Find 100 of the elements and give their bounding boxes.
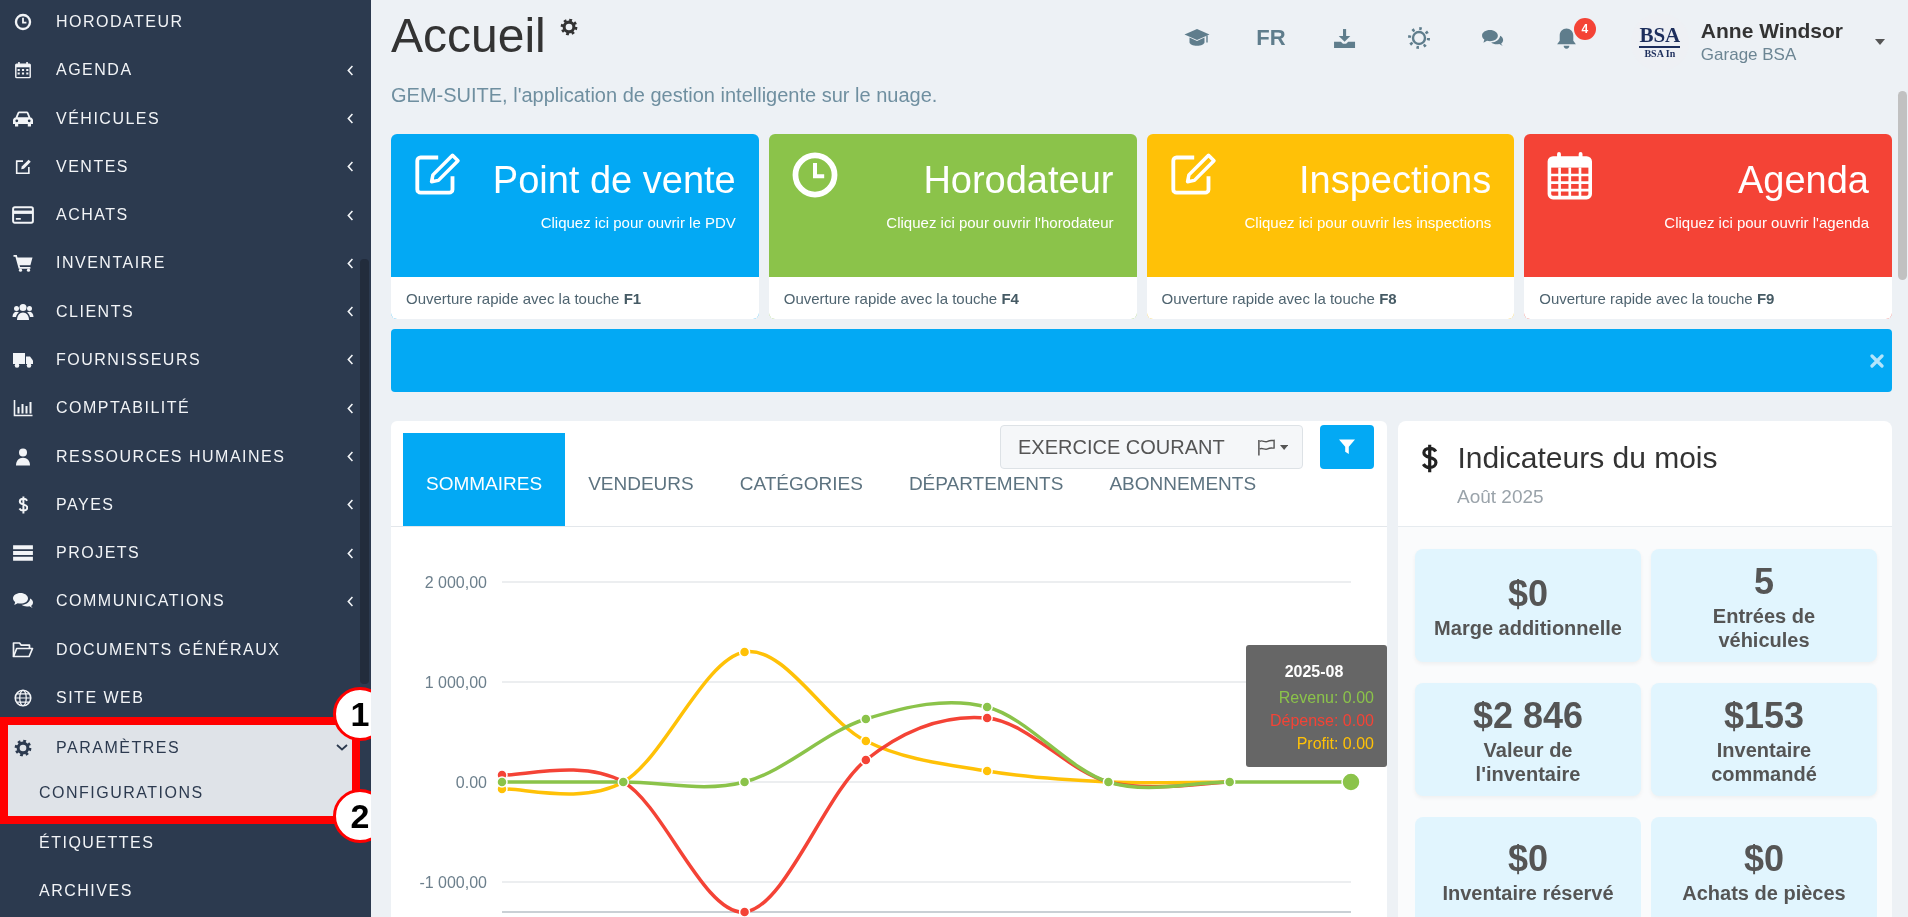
tooltip-line: Revenu: 0.00 (1277, 688, 1374, 708)
shortcut-tile[interactable]: Inspections Cliquez ici pour ouvrir les inspections Ouverture rapide avec la touche F8 (1146, 134, 1515, 319)
edit-icon (414, 152, 463, 196)
sidebar-item[interactable]: HORODATEUR (0, 3, 325, 41)
truck-icon (12, 350, 34, 369)
chart-point (860, 754, 872, 766)
tooltip-line: Dépense: 0.00 (1268, 711, 1374, 731)
graduation-cap-icon[interactable] (1183, 28, 1210, 48)
step-marker: 1 (333, 687, 371, 742)
sidebar-subitem[interactable]: ÉTIQUETTES (0, 823, 325, 862)
shortcut-tile[interactable]: Point de vente Cliquez ici pour ouvrir le PDV Ouverture rapide avec la touche F1 (391, 134, 759, 319)
card-title: Indicateurs du mois (1457, 440, 1718, 476)
folder-icon (12, 640, 34, 659)
logo-text: BSA (1639, 24, 1681, 48)
chevron-left-icon[interactable] (346, 209, 353, 221)
shortcut-hint: Ouverture rapide avec la touche F9 (1524, 277, 1892, 319)
dollar-icon (1421, 443, 1439, 473)
kpi-label: Marge additionnelle (1434, 615, 1622, 640)
filter-button[interactable] (1320, 425, 1374, 469)
sidebar-subitem[interactable]: ARCHIVES (0, 872, 325, 911)
stacked-bars-icon (12, 544, 34, 563)
kpi-label: Inventaire commandé (1710, 737, 1818, 786)
tab[interactable]: DÉPARTEMENTS (885, 471, 1087, 526)
chevron-left-icon[interactable] (346, 113, 353, 125)
sidebar-item[interactable]: PROJETS (0, 534, 325, 573)
chart-point (496, 776, 508, 788)
kpi-value: $0 (1507, 837, 1548, 881)
shortcut-hint: Ouverture rapide avec la touche F1 (391, 277, 759, 319)
page-title: Accueil (391, 8, 546, 64)
chevron-left-icon[interactable] (346, 354, 353, 366)
clock-icon (791, 152, 838, 198)
sidebar-item[interactable]: AGENDA (0, 51, 325, 90)
globe-icon (14, 688, 32, 707)
chart-point (981, 701, 993, 713)
users-icon (12, 302, 34, 321)
sidebar-item[interactable]: COMMUNICATIONS (0, 582, 325, 621)
brightness-icon[interactable] (1406, 26, 1431, 50)
bar-chart-icon (13, 399, 33, 418)
settings-icon[interactable] (559, 18, 578, 36)
chevron-left-icon[interactable] (346, 451, 353, 463)
chevron-left-icon[interactable] (346, 499, 353, 511)
user-company: Garage BSA (1700, 44, 1798, 66)
kpi-label: Entrées de véhicules (1711, 603, 1817, 652)
language-selector[interactable]: FR (1256, 25, 1286, 51)
edit-icon (14, 157, 32, 176)
tile-caption: Cliquez ici pour ouvrir l'horodateur (885, 214, 1114, 232)
chart-point (617, 776, 630, 788)
chart-point (1102, 776, 1115, 788)
kpi-value: $0 (1507, 571, 1548, 616)
user-icon (15, 447, 31, 466)
shortcut-tile[interactable]: Horodateur Cliquez ici pour ouvrir l'horodateur Ouverture rapide avec la touche F4 (768, 134, 1137, 319)
kpi-label: Valeur de l'inventaire (1474, 737, 1582, 786)
sidebar-item[interactable]: VÉHICULES (0, 99, 325, 138)
shortcut-tile[interactable]: Agenda Cliquez ici pour ouvrir l'agenda Ouverture rapide avec la touche F9 (1524, 134, 1892, 319)
tab[interactable]: ABONNEMENTS (1086, 471, 1280, 526)
sidebar-item[interactable]: INVENTAIRE (0, 244, 325, 283)
sidebar-item[interactable]: FOURNISSEURS (0, 340, 325, 379)
sidebar-item[interactable]: RESSOURCES HUMAINES (0, 437, 325, 476)
chart-point (738, 646, 751, 658)
chevron-left-icon[interactable] (346, 64, 353, 76)
chevron-left-icon[interactable] (346, 161, 353, 173)
sidebar-item[interactable]: PAYES (0, 485, 325, 524)
chevron-left-icon[interactable] (346, 402, 353, 414)
kpi-value: 5 (1754, 559, 1774, 604)
period-dropdown[interactable]: EXERCICE COURANT (1000, 425, 1303, 469)
chevron-left-icon[interactable] (346, 257, 353, 269)
user-name: Anne Windsor (1700, 18, 1843, 44)
chevron-left-icon[interactable] (346, 595, 353, 607)
chart-point (860, 713, 872, 725)
chart-point (981, 765, 993, 777)
chart-point (738, 776, 751, 788)
scrollbar-thumb[interactable] (1898, 91, 1907, 280)
car-icon (12, 109, 34, 128)
chevron-left-icon[interactable] (346, 306, 353, 318)
sidebar-item[interactable]: SITE WEB (0, 678, 325, 717)
sidebar-item[interactable]: CLIENTS (0, 292, 325, 331)
sidebar-item[interactable]: DOCUMENTS GÉNÉRAUX (0, 630, 325, 669)
chevron-left-icon[interactable] (346, 547, 353, 559)
kpi-label: Inventaire réservé (1442, 881, 1614, 905)
edit-icon (1169, 152, 1218, 196)
tooltip-line: Profit: 0.00 (1295, 734, 1374, 754)
chevron-down-icon[interactable] (336, 744, 348, 752)
tab[interactable]: VENDEURS (565, 471, 717, 526)
sidebar-item[interactable]: ACHATS (0, 196, 325, 235)
credit-card-icon (12, 206, 34, 225)
caret-down-icon[interactable] (1875, 39, 1885, 45)
shortcut-hint: Ouverture rapide avec la touche F8 (1146, 277, 1515, 319)
tile-title: Horodateur (922, 158, 1114, 202)
chart-point (981, 712, 993, 724)
tile-caption: Cliquez ici pour ouvrir l'agenda (1663, 214, 1869, 232)
calendar-icon (14, 61, 32, 80)
sidebar-item[interactable]: COMPTABILITÉ (0, 389, 325, 428)
download-icon[interactable] (1333, 27, 1357, 49)
comments-icon[interactable] (1481, 28, 1505, 48)
kpi-label: Achats de pièces (1682, 881, 1846, 905)
sidebar-item[interactable]: VENTES (0, 147, 325, 186)
tile-caption: Cliquez ici pour ouvrir le PDV (539, 214, 736, 232)
flag-icon (1256, 438, 1276, 456)
tab[interactable]: CATÉGORIES (716, 471, 886, 526)
axis-label: -1 000,00 (419, 873, 487, 891)
